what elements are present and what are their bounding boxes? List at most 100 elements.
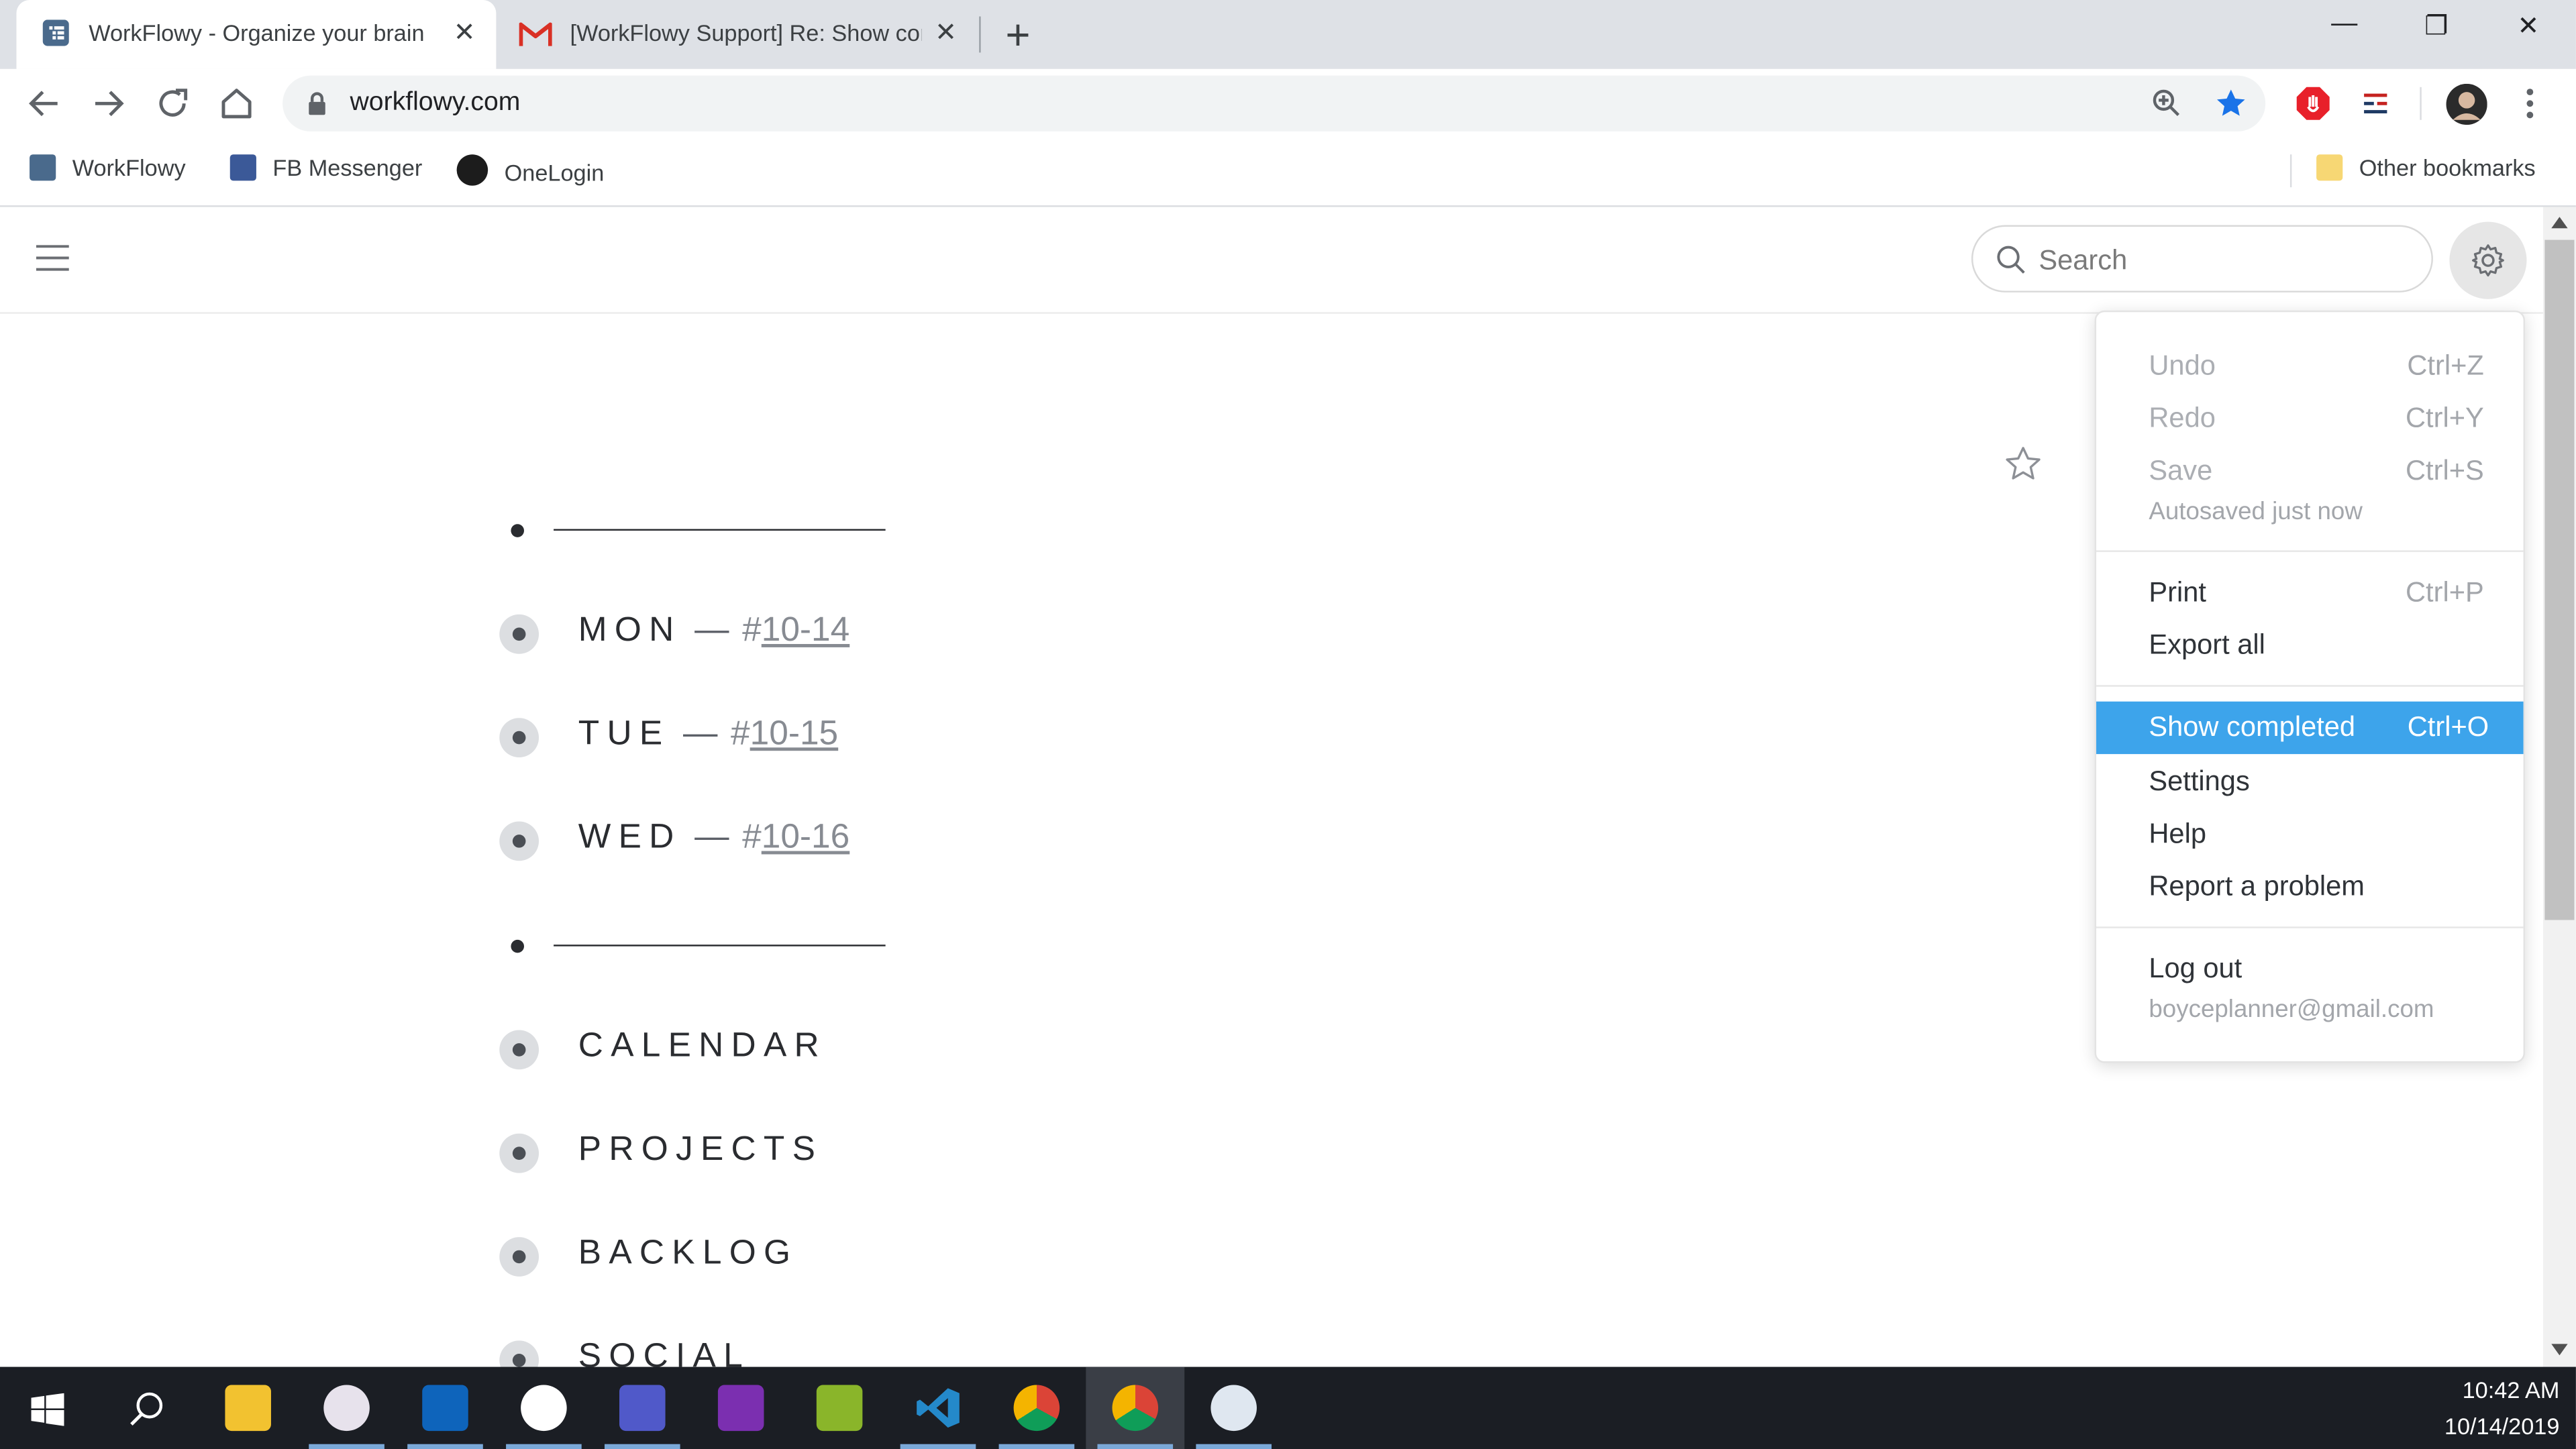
menu-item-undo[interactable]: Undo Ctrl+Z (2096, 341, 2524, 390)
onelogin-icon (456, 154, 488, 186)
running-indicator (604, 1444, 680, 1449)
bullet[interactable] (499, 821, 539, 861)
tab-title: [WorkFlowy Support] Re: Show completed (570, 19, 922, 46)
running-indicator (998, 1444, 1075, 1449)
home-icon[interactable] (217, 84, 256, 123)
menu-divider (2096, 926, 2524, 928)
item-text[interactable]: TUE — #10-15 (578, 714, 838, 754)
bookmark-onelogin[interactable]: OneLogin (456, 154, 605, 186)
vscode-icon[interactable] (915, 1385, 962, 1432)
bullet[interactable] (499, 718, 539, 757)
start-icon[interactable] (31, 1393, 64, 1426)
close-window-button[interactable]: ✕ (2504, 10, 2553, 50)
bookmarks-bar: WorkFlowy FB Messenger OneLogin Other bo… (0, 138, 2576, 207)
item-text[interactable]: PROJECTS (578, 1130, 823, 1170)
bookmark-label: FB Messenger (272, 154, 423, 181)
url-text[interactable]: workflowy.com (350, 89, 520, 118)
lambda-app-icon[interactable] (816, 1385, 863, 1432)
new-tab-button[interactable]: + (1005, 10, 1030, 61)
lock-icon[interactable] (307, 92, 327, 115)
search-placeholder: Search (2039, 244, 2128, 276)
search-icon[interactable] (130, 1391, 164, 1426)
file-explorer-icon[interactable] (225, 1385, 271, 1432)
divider-item[interactable] (511, 524, 905, 540)
bullet[interactable] (511, 939, 525, 953)
menu-item-report-problem[interactable]: Report a problem (2096, 863, 2524, 912)
menu-item-export-all[interactable]: Export all (2096, 621, 2524, 670)
tab-workflowy[interactable]: WorkFlowy - Organize your brain ✕ (16, 0, 497, 69)
toolbar-separator (2420, 87, 2422, 120)
extension-icon[interactable] (2361, 89, 2390, 118)
tab-gmail[interactable]: [WorkFlowy Support] Re: Show completed ✕ (499, 0, 976, 69)
save-status: Autosaved just now (2149, 498, 2363, 526)
bookmarks-separator (2289, 154, 2292, 188)
star-icon[interactable] (2004, 445, 2042, 483)
chrome-menu-icon[interactable] (2524, 87, 2537, 120)
menu-item-print[interactable]: Print Ctrl+P (2096, 568, 2524, 617)
item-text[interactable]: CALENDAR (578, 1027, 827, 1067)
tab-close-icon[interactable]: ✕ (454, 16, 476, 49)
date-tag[interactable]: 10-14 (762, 611, 850, 649)
folder-icon (2316, 154, 2343, 181)
menu-item-logout[interactable]: Log out (2096, 945, 2524, 994)
bullet[interactable] (511, 524, 525, 537)
menu-item-save[interactable]: Save Ctrl+S (2096, 447, 2524, 496)
menu-item-help[interactable]: Help (2096, 810, 2524, 859)
bullet[interactable] (499, 614, 539, 654)
running-indicator (309, 1444, 384, 1449)
item-text[interactable]: BACKLOG (578, 1234, 798, 1273)
teams-icon[interactable] (619, 1385, 666, 1432)
search-input[interactable]: Search (1971, 225, 2433, 292)
settings-dropdown-menu: Undo Ctrl+Z Redo Ctrl+Y Save Ctrl+S Autosav… (2094, 310, 2526, 1063)
divider-item[interactable] (511, 939, 905, 956)
browser-toolbar: workflowy.com (0, 68, 2576, 138)
minimize-button[interactable]: — (2320, 10, 2369, 50)
bookmark-workflowy[interactable]: WorkFlowy (30, 154, 186, 181)
settings-button[interactable] (2449, 221, 2527, 299)
forward-arrow-icon[interactable] (89, 84, 128, 123)
scroll-down-arrow-icon[interactable] (2551, 1344, 2568, 1356)
bookmark-label: OneLogin (504, 159, 605, 186)
gmail-icon (519, 22, 552, 46)
clock-date[interactable]: 10/14/2019 (2444, 1413, 2560, 1439)
account-email: boyceplanner@gmail.com (2149, 996, 2434, 1024)
hamburger-menu-icon[interactable] (36, 245, 69, 271)
menu-item-show-completed[interactable]: Show completed Ctrl+O (2096, 701, 2524, 755)
restore-button[interactable]: ❐ (2412, 10, 2461, 50)
chrome-profile-icon[interactable] (1013, 1385, 1060, 1432)
page-scrollbar[interactable] (2542, 207, 2576, 1367)
adblock-extension-icon[interactable] (2295, 85, 2331, 121)
reload-icon[interactable] (153, 84, 193, 123)
bookmark-fb-messenger[interactable]: FB Messenger (229, 154, 423, 181)
outlook-icon[interactable] (422, 1385, 468, 1432)
bullet[interactable] (499, 1237, 539, 1277)
scroll-up-arrow-icon[interactable] (2551, 217, 2568, 229)
bullet[interactable] (499, 1030, 539, 1070)
address-bar[interactable]: workflowy.com (282, 75, 2266, 131)
item-text[interactable]: WED — #10-16 (578, 818, 849, 858)
back-arrow-icon[interactable] (25, 84, 64, 123)
app-header: Search (0, 207, 2543, 314)
other-bookmarks[interactable]: Other bookmarks (2316, 154, 2536, 181)
scrollbar-thumb[interactable] (2544, 239, 2575, 920)
date-tag[interactable]: 10-16 (762, 818, 850, 856)
item-text[interactable]: MON — #10-14 (578, 611, 849, 651)
bullet[interactable] (499, 1133, 539, 1173)
profile-avatar[interactable] (2446, 83, 2487, 125)
tab-close-icon[interactable]: ✕ (935, 16, 957, 49)
clock-time[interactable]: 10:42 AM (2463, 1377, 2560, 1403)
bookmark-star-icon[interactable] (2214, 87, 2247, 120)
snipping-tool-icon[interactable] (323, 1385, 370, 1432)
paint-icon[interactable] (1210, 1385, 1257, 1432)
date-tag[interactable]: 10-15 (750, 714, 839, 752)
bookmark-label: WorkFlowy (72, 154, 186, 181)
menu-item-settings[interactable]: Settings (2096, 757, 2524, 806)
onenote-icon[interactable] (717, 1385, 764, 1432)
menu-item-redo[interactable]: Redo Ctrl+Y (2096, 394, 2524, 443)
divider-line (554, 529, 886, 531)
divider-line (554, 945, 886, 947)
slack-icon[interactable] (521, 1385, 567, 1432)
chrome-icon[interactable] (1112, 1385, 1159, 1432)
zoom-icon[interactable] (2152, 89, 2181, 118)
workflowy-icon (30, 154, 56, 181)
